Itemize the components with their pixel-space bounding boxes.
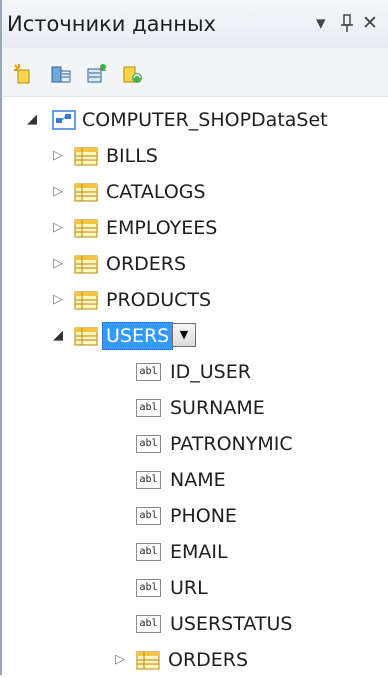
text-field-icon: abl <box>136 471 161 489</box>
text-field-icon: abl <box>136 579 161 597</box>
edit-dataset-designer-icon[interactable] <box>50 63 72 85</box>
panel-title-bar: Источники данных ▾ ✕ <box>2 0 388 49</box>
text-field-icon: abl <box>136 435 161 453</box>
tree-node-label: EMAIL <box>170 541 228 563</box>
expand-arrow-icon[interactable]: ▷ <box>48 138 68 174</box>
tree-node-relation[interactable]: ▷ ORDERS <box>2 642 388 678</box>
tree-node-label: BILLS <box>106 145 158 167</box>
tree-node-label: PHONE <box>170 505 237 527</box>
tree-node-label: USERSTATUS <box>170 613 293 635</box>
tree-node-table[interactable]: ▷ CATALOGS <box>2 174 388 210</box>
configure-dataset-wizard-icon[interactable] <box>86 63 108 85</box>
tree-node-table[interactable]: ▷ EMPLOYEES <box>2 210 388 246</box>
text-field-icon: abl <box>136 363 161 381</box>
table-icon <box>136 651 160 670</box>
expand-arrow-icon[interactable]: ▷ <box>110 642 130 678</box>
tree-node-table[interactable]: ▷ BILLS <box>2 138 388 174</box>
panel-title: Источники данных <box>7 12 216 36</box>
tree-node-field[interactable]: abl PHONE <box>2 498 388 534</box>
table-icon <box>74 327 98 346</box>
tree-node-field[interactable]: abl EMAIL <box>2 534 388 570</box>
expand-arrow-icon[interactable]: ▷ <box>48 282 68 318</box>
table-icon <box>74 291 98 310</box>
panel-menu-dropdown-icon[interactable]: ▾ <box>316 12 326 34</box>
tree-node-label: PATRONYMIC <box>170 433 293 455</box>
pin-icon[interactable] <box>340 12 354 39</box>
table-icon <box>74 219 98 238</box>
tree-node-label: NAME <box>170 469 226 491</box>
add-datasource-icon[interactable] <box>12 63 34 85</box>
tree-node-label: ORDERS <box>106 253 187 275</box>
tree-node-label: ID_USER <box>170 361 251 383</box>
table-icon <box>74 183 98 202</box>
refresh-icon[interactable] <box>122 63 144 85</box>
tree-node-table-users[interactable]: ◢ USERS ▼ <box>2 318 388 354</box>
table-icon <box>74 255 98 274</box>
tree-node-field[interactable]: abl SURNAME <box>2 390 388 426</box>
tree-node-label: ORDERS <box>168 649 249 671</box>
expand-arrow-icon[interactable]: ▷ <box>48 174 68 210</box>
tree-node-label: EMPLOYEES <box>106 217 218 239</box>
tree-node-dataset[interactable]: ◢ COMPUTER_SHOPDataSet <box>2 102 388 138</box>
tree-node-field[interactable]: abl PATRONYMIC <box>2 426 388 462</box>
tree-node-field[interactable]: abl ID_USER <box>2 354 388 390</box>
dataset-icon <box>52 110 76 130</box>
tree-node-field[interactable]: abl USERSTATUS <box>2 606 388 642</box>
tree-node-field[interactable]: abl URL <box>2 570 388 606</box>
text-field-icon: abl <box>136 399 161 417</box>
tree-node-label: COMPUTER_SHOPDataSet <box>82 109 328 131</box>
collapse-arrow-icon[interactable]: ◢ <box>22 102 42 138</box>
chevron-down-icon[interactable]: ▼ <box>172 323 196 347</box>
close-icon[interactable]: ✕ <box>362 12 378 34</box>
text-field-icon: abl <box>136 543 161 561</box>
tree-node-label: URL <box>170 577 208 599</box>
datasource-tree: ◢ COMPUTER_SHOPDataSet ▷ BILLS ▷ CATALOG… <box>2 96 388 675</box>
collapse-arrow-icon[interactable]: ◢ <box>48 318 68 354</box>
text-field-icon: abl <box>136 507 161 525</box>
tree-node-table[interactable]: ▷ PRODUCTS <box>2 282 388 318</box>
expand-arrow-icon[interactable]: ▷ <box>48 210 68 246</box>
tree-node-label-selected: USERS <box>102 322 174 350</box>
tree-node-table[interactable]: ▷ ORDERS <box>2 246 388 282</box>
table-icon <box>74 147 98 166</box>
expand-arrow-icon[interactable]: ▷ <box>48 246 68 282</box>
tree-node-label: SURNAME <box>170 397 265 419</box>
tree-node-label: CATALOGS <box>106 181 206 203</box>
tree-node-label: PRODUCTS <box>106 289 212 311</box>
tree-node-field[interactable]: abl NAME <box>2 462 388 498</box>
text-field-icon: abl <box>136 615 161 633</box>
